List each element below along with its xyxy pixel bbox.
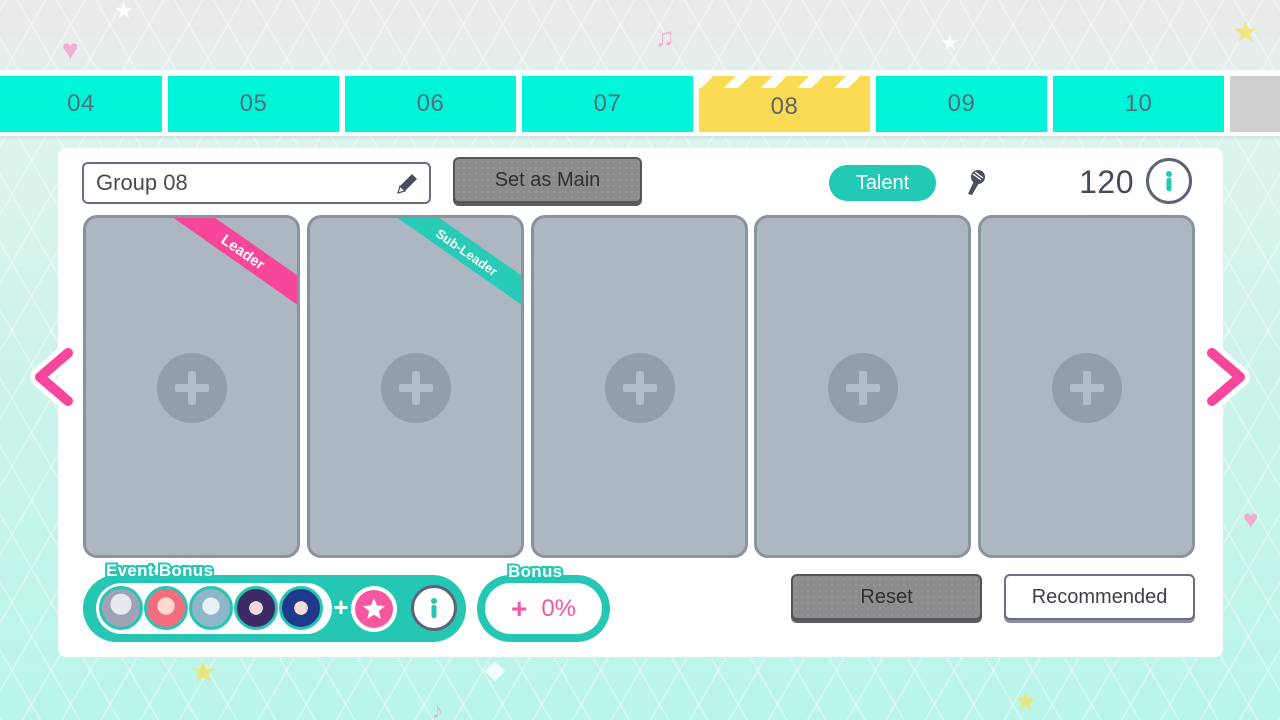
tab-label: 06	[416, 90, 445, 117]
tab-group-10[interactable]: 10	[1053, 76, 1224, 132]
event-bonus-label: Event Bonus	[104, 559, 215, 582]
group-name-field[interactable]: Group 08	[82, 162, 431, 204]
character-avatar	[234, 586, 278, 630]
info-icon	[1154, 166, 1184, 196]
event-bonus-info-button[interactable]	[411, 585, 457, 631]
reset-label: Reset	[860, 585, 913, 608]
card-slot-1[interactable]: Leader	[83, 215, 300, 558]
ribbon-label: Sub-Leader	[433, 225, 501, 279]
background-music-icon: ♪	[432, 698, 443, 720]
plus-icon: +	[333, 592, 349, 622]
chevron-right-icon[interactable]	[1204, 345, 1252, 409]
background-diamond-icon: ◆	[485, 654, 505, 684]
tab-label: 05	[239, 90, 268, 117]
bonus-sign: +	[510, 592, 528, 624]
tab-label: 09	[947, 90, 976, 117]
bonus-percent-box: + 0%	[477, 575, 610, 642]
plus-icon	[1052, 353, 1122, 423]
tab-label: 08	[770, 93, 799, 120]
recommended-button[interactable]: Recommended	[1004, 574, 1195, 620]
tab-group-09[interactable]: 09	[876, 76, 1047, 132]
set-as-main-button[interactable]: Set as Main	[453, 157, 642, 203]
plus-icon	[605, 353, 675, 423]
background-star-icon: ★	[1014, 686, 1038, 716]
plus-icon	[381, 353, 451, 423]
leader-ribbon: Leader	[154, 218, 297, 320]
character-avatar	[144, 586, 188, 630]
bonus-value: 0%	[541, 594, 577, 622]
talent-value: 120	[1079, 164, 1134, 200]
tab-group-06[interactable]: 06	[345, 76, 516, 132]
star-icon	[363, 598, 385, 619]
star-badge	[351, 586, 397, 632]
info-icon	[419, 593, 449, 623]
sub-leader-ribbon: Sub-Leader	[378, 218, 521, 320]
microphone-icon	[968, 170, 985, 195]
background-star-icon: ★	[1232, 16, 1259, 49]
talent-badge: Talent	[829, 165, 936, 201]
tab-label: 07	[593, 90, 622, 117]
bonus-percent-field: + 0%	[485, 583, 602, 634]
tab-group-04[interactable]: 04	[0, 76, 162, 132]
background-star-icon: ★	[190, 656, 217, 689]
tab-group-07[interactable]: 07	[522, 76, 693, 132]
plus-icon	[828, 353, 898, 423]
background-music-icon: ♫	[655, 22, 675, 52]
ribbon-label: Leader	[217, 230, 269, 274]
tab-label: 04	[67, 90, 95, 117]
card-slot-2[interactable]: Sub-Leader	[307, 215, 524, 558]
deck-panel: Group 08 Set as Main Talent 120 Leader S…	[58, 148, 1223, 657]
event-bonus-box: +	[83, 575, 466, 642]
talent-info-button[interactable]	[1146, 158, 1192, 204]
pencil-icon[interactable]	[393, 170, 421, 198]
set-as-main-label: Set as Main	[494, 168, 601, 191]
group-tab-strip: 04 05 06 07 08 09 10	[0, 70, 1280, 136]
tab-group-05[interactable]: 05	[168, 76, 339, 132]
background-star-icon: ★	[940, 30, 960, 55]
chevron-left-icon[interactable]	[28, 345, 76, 409]
card-slot-5[interactable]	[978, 215, 1195, 558]
card-slot-4[interactable]	[754, 215, 971, 558]
character-avatar	[189, 586, 233, 630]
card-slot-3[interactable]	[531, 215, 748, 558]
recommended-label: Recommended	[1031, 585, 1168, 608]
tab-group-next-partial[interactable]	[1230, 76, 1280, 132]
group-name-value: Group 08	[96, 170, 188, 195]
talent-label: Talent	[855, 171, 910, 194]
bonus-label: Bonus	[506, 560, 564, 583]
tab-label: 10	[1124, 90, 1153, 117]
character-avatar	[99, 586, 143, 630]
background-star-icon: ★	[114, 0, 134, 23]
tab-group-08[interactable]: 08	[699, 76, 870, 132]
background-heart-icon: ♥	[1243, 504, 1259, 534]
background-heart-icon: ♥	[62, 34, 79, 65]
event-bonus-characters	[96, 583, 332, 634]
character-avatar	[279, 586, 323, 630]
reset-button[interactable]: Reset	[791, 574, 982, 620]
plus-icon	[157, 353, 227, 423]
